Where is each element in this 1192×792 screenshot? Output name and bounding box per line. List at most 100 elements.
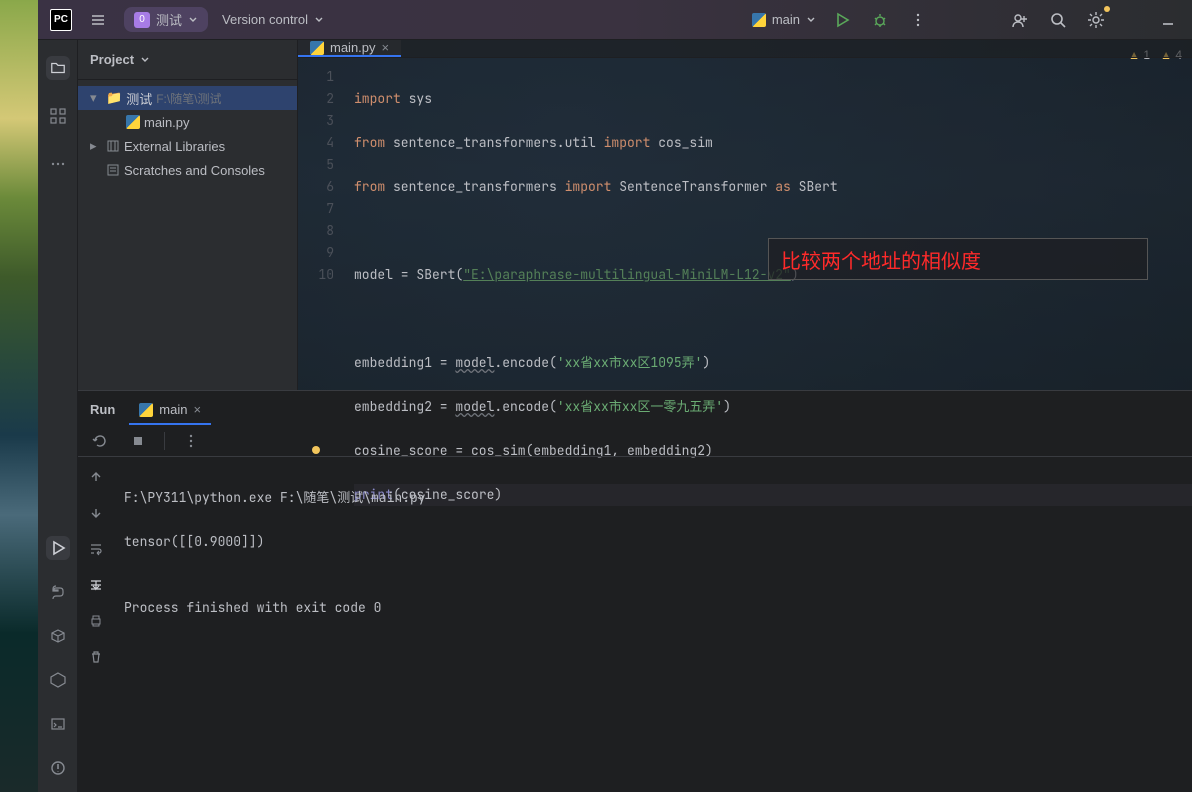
line-number: 5 xyxy=(298,154,334,176)
line-number: 10 xyxy=(298,264,334,286)
scratches-label: Scratches and Consoles xyxy=(124,163,265,178)
chevron-down-icon: ▾ xyxy=(90,90,102,106)
t: sys xyxy=(401,90,432,107)
run-body: F:\PY311\python.exe F:\随笔\测试\main.py ten… xyxy=(78,457,1192,792)
run-tabs: Run main × xyxy=(78,391,1192,425)
more-tools-button[interactable] xyxy=(46,152,70,176)
print-button[interactable] xyxy=(84,609,108,633)
output-line: F:\PY311\python.exe F:\随笔\测试\main.py xyxy=(124,487,1192,509)
project-tool-button[interactable] xyxy=(46,56,70,80)
line-number: 3 xyxy=(298,110,334,132)
version-control-menu[interactable]: Version control xyxy=(222,12,324,27)
t: "E:\paraphrase-multilingual-MiniLM-L12-v… xyxy=(463,266,791,283)
python-icon xyxy=(310,41,324,55)
scratches-icon xyxy=(106,163,120,177)
t: import xyxy=(565,178,612,195)
soft-wrap-button[interactable] xyxy=(84,537,108,561)
project-badge-icon: 0 xyxy=(134,12,150,28)
rerun-button[interactable] xyxy=(88,429,112,453)
file-name: main.py xyxy=(144,115,190,130)
annotation-overlay: 比较两个地址的相似度 xyxy=(768,238,1148,280)
clear-button[interactable] xyxy=(84,645,108,669)
editor-tab-main[interactable]: main.py × xyxy=(298,40,401,57)
python-icon xyxy=(126,115,140,129)
t: as xyxy=(775,178,791,195)
tree-external-libraries[interactable]: ▸ External Libraries xyxy=(78,134,297,158)
upper-split: Project ▾ 📁 测试 F:\随笔\测试 main.py xyxy=(78,40,1192,390)
python-packages-button[interactable] xyxy=(46,624,70,648)
settings-button[interactable] xyxy=(1084,8,1108,32)
t: 'xx省xx市xx区1095弄' xyxy=(557,354,703,371)
run-config-name: main xyxy=(772,12,800,27)
run-button[interactable] xyxy=(830,8,854,32)
run-gutter xyxy=(78,457,114,792)
run-output[interactable]: F:\PY311\python.exe F:\随笔\测试\main.py ten… xyxy=(114,457,1192,792)
project-header-label: Project xyxy=(90,52,134,67)
version-control-label: Version control xyxy=(222,12,308,27)
annotation-text: 比较两个地址的相似度 xyxy=(781,245,981,274)
project-tree-header[interactable]: Project xyxy=(78,40,297,80)
python-console-button[interactable] xyxy=(46,580,70,604)
chevron-down-icon xyxy=(140,55,150,65)
tree-scratches[interactable]: Scratches and Consoles xyxy=(78,158,297,182)
run-config-selector[interactable]: main xyxy=(752,12,816,27)
up-stack-button[interactable] xyxy=(84,465,108,489)
editor: main.py × ▲ 1 ▲ 4 1 2 3 4 xyxy=(298,40,1192,390)
ide-window: PC 0 测试 Version control main xyxy=(38,0,1192,792)
editor-tab-label: main.py xyxy=(330,40,376,55)
editor-tabs: main.py × xyxy=(298,40,1192,58)
t: sentence_transformers.util xyxy=(385,134,603,151)
tree-root[interactable]: ▾ 📁 测试 F:\随笔\测试 xyxy=(78,86,297,110)
problems-button[interactable] xyxy=(46,756,70,780)
folder-icon: 📁 xyxy=(106,90,122,106)
main-area: Project ▾ 📁 测试 F:\随笔\测试 main.py xyxy=(38,40,1192,792)
run-toolbar xyxy=(78,425,1192,457)
line-number: 7 xyxy=(298,198,334,220)
line-number: 1 xyxy=(298,66,334,88)
root-name: 测试 xyxy=(126,89,152,108)
t: model xyxy=(455,354,494,371)
left-toolbar xyxy=(38,40,78,792)
tree-file-main[interactable]: main.py xyxy=(78,110,297,134)
code-with-me-button[interactable] xyxy=(1008,8,1032,32)
library-icon xyxy=(106,139,120,153)
down-stack-button[interactable] xyxy=(84,501,108,525)
scroll-to-end-button[interactable] xyxy=(84,573,108,597)
more-actions-button[interactable] xyxy=(906,8,930,32)
close-tab-button[interactable]: × xyxy=(193,402,201,417)
services-button[interactable] xyxy=(46,668,70,692)
center-column: Project ▾ 📁 测试 F:\随笔\测试 main.py xyxy=(78,40,1192,792)
more-run-actions[interactable] xyxy=(179,429,203,453)
chevron-down-icon xyxy=(188,15,198,25)
close-tab-button[interactable]: × xyxy=(382,40,390,55)
t: SBert xyxy=(791,178,838,195)
terminal-button[interactable] xyxy=(46,712,70,736)
titlebar: PC 0 测试 Version control main xyxy=(38,0,1192,40)
debug-button[interactable] xyxy=(868,8,892,32)
t: .encode( xyxy=(494,354,556,371)
run-tool-window: Run main × xyxy=(78,390,1192,792)
root-path: F:\随笔\测试 xyxy=(156,90,221,107)
project-tree-body: ▾ 📁 测试 F:\随笔\测试 main.py ▸ xyxy=(78,80,297,188)
chevron-right-icon: ▸ xyxy=(90,138,102,154)
minimize-button[interactable] xyxy=(1156,8,1180,32)
line-number: 8 xyxy=(298,220,334,242)
line-number: 4 xyxy=(298,132,334,154)
run-tool-button[interactable] xyxy=(46,536,70,560)
t: SentenceTransformer xyxy=(611,178,775,195)
main-menu-icon[interactable] xyxy=(86,8,110,32)
t: ) xyxy=(702,354,710,371)
pycharm-logo: PC xyxy=(50,9,72,31)
structure-tool-button[interactable] xyxy=(46,104,70,128)
output-line: tensor([[0.9000]]) xyxy=(124,531,1192,553)
project-selector[interactable]: 0 测试 xyxy=(124,7,208,32)
search-button[interactable] xyxy=(1046,8,1070,32)
line-number: 2 xyxy=(298,88,334,110)
python-icon xyxy=(139,403,153,417)
run-tab-main[interactable]: main × xyxy=(129,396,211,425)
run-tab-label: main xyxy=(159,402,187,417)
t: model = SBert( xyxy=(354,266,463,283)
external-label: External Libraries xyxy=(124,139,225,154)
stop-button[interactable] xyxy=(126,429,150,453)
run-tool-label[interactable]: Run xyxy=(90,402,115,425)
